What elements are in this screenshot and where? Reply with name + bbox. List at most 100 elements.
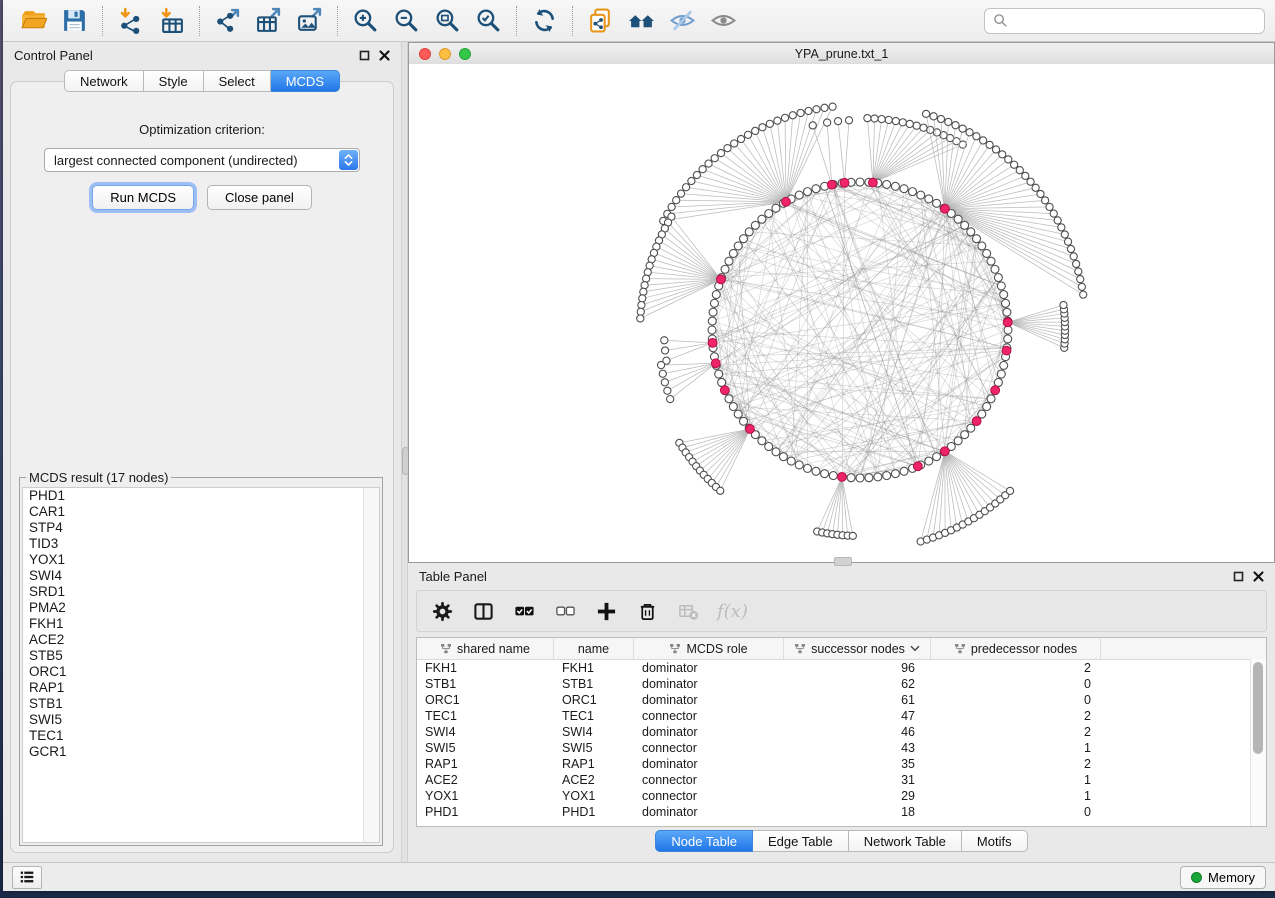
mcds-result-item[interactable]: CAR1: [23, 504, 379, 520]
optimization-dropdown[interactable]: largest connected component (undirected): [44, 148, 360, 172]
maximize-window-icon[interactable]: [459, 48, 471, 60]
tab-edge-table[interactable]: Edge Table: [753, 830, 849, 852]
search-box[interactable]: [984, 8, 1265, 34]
function-builder-icon: f(x): [717, 601, 748, 622]
export-image-icon: [296, 7, 323, 34]
table-row[interactable]: PHD1PHD1dominator180: [417, 804, 1266, 820]
table-row[interactable]: STB1STB1dominator620: [417, 676, 1266, 692]
table-row[interactable]: SWI4SWI4dominator462: [417, 724, 1266, 740]
mcds-result-item[interactable]: STP4: [23, 520, 379, 536]
mcds-result-item[interactable]: STB1: [23, 696, 379, 712]
delete-column-button[interactable]: [635, 599, 659, 623]
memory-label: Memory: [1208, 870, 1255, 885]
float-table-panel-icon[interactable]: [1233, 571, 1244, 582]
mcds-result-item[interactable]: PMA2: [23, 600, 379, 616]
mcds-result-item[interactable]: YOX1: [23, 552, 379, 568]
zoom-out-icon: [393, 7, 420, 34]
table-cell: connector: [634, 741, 784, 755]
save-session-button[interactable]: [54, 3, 95, 39]
table-scrollbar[interactable]: [1250, 659, 1266, 826]
close-window-icon[interactable]: [419, 48, 431, 60]
settings-gear-button[interactable]: [430, 599, 454, 623]
mcds-result-item[interactable]: TID3: [23, 536, 379, 552]
mcds-result-item[interactable]: FKH1: [23, 616, 379, 632]
table-cell: SWI5: [554, 741, 634, 755]
open-file-button[interactable]: [13, 3, 54, 39]
import-network-button[interactable]: [110, 3, 151, 39]
mcds-result-item[interactable]: RAP1: [23, 680, 379, 696]
network-titlebar[interactable]: YPA_prune.txt_1: [409, 43, 1274, 65]
mcds-result-item[interactable]: ACE2: [23, 632, 379, 648]
horizontal-splitter-handle[interactable]: [834, 557, 852, 566]
mcds-result-item[interactable]: SRD1: [23, 584, 379, 600]
network-graph[interactable]: [409, 64, 1274, 562]
table-scrollbar-thumb[interactable]: [1253, 662, 1263, 754]
tab-mcds[interactable]: MCDS: [271, 70, 340, 92]
table-cell: 2: [931, 661, 1101, 675]
close-table-panel-icon[interactable]: [1253, 571, 1264, 582]
hide-selected-button[interactable]: [662, 3, 703, 39]
network-canvas[interactable]: [409, 64, 1274, 562]
table-row[interactable]: YOX1YOX1connector291: [417, 788, 1266, 804]
column-header-successor-nodes[interactable]: successor nodes: [784, 638, 931, 659]
table-cell: 46: [784, 725, 931, 739]
deselect-all-rows-button[interactable]: [553, 599, 577, 623]
tab-motifs[interactable]: Motifs: [962, 830, 1028, 852]
show-all-button[interactable]: [703, 3, 744, 39]
zoom-out-button[interactable]: [386, 3, 427, 39]
panel-splitter[interactable]: [401, 42, 408, 862]
tab-node-table[interactable]: Node Table: [655, 830, 753, 852]
tab-select[interactable]: Select: [204, 70, 271, 92]
run-mcds-button[interactable]: Run MCDS: [92, 185, 194, 210]
column-header-MCDS-role[interactable]: MCDS role: [634, 638, 784, 659]
table-cell: STB1: [554, 677, 634, 691]
table-row[interactable]: TEC1TEC1connector472: [417, 708, 1266, 724]
table-row[interactable]: ORC1ORC1dominator610: [417, 692, 1266, 708]
first-neighbors-button[interactable]: [621, 3, 662, 39]
mcds-result-item[interactable]: ORC1: [23, 664, 379, 680]
table-cell: FKH1: [554, 661, 634, 675]
column-selector-button[interactable]: [471, 599, 495, 623]
column-header-shared-name[interactable]: shared name: [417, 638, 554, 659]
table-cell: 18: [784, 805, 931, 819]
mcds-result-item[interactable]: STB5: [23, 648, 379, 664]
zoom-in-button[interactable]: [345, 3, 386, 39]
zoom-fit-button[interactable]: [427, 3, 468, 39]
close-panel-icon[interactable]: [379, 50, 390, 61]
tab-network[interactable]: Network: [64, 70, 144, 92]
export-network-button[interactable]: [207, 3, 248, 39]
import-table-button[interactable]: [151, 3, 192, 39]
table-row[interactable]: FKH1FKH1dominator962: [417, 660, 1266, 676]
mcds-result-item[interactable]: GCR1: [23, 744, 379, 760]
column-header-name[interactable]: name: [554, 638, 634, 659]
export-image-button[interactable]: [289, 3, 330, 39]
tab-style[interactable]: Style: [144, 70, 204, 92]
minimize-window-icon[interactable]: [439, 48, 451, 60]
search-input[interactable]: [1014, 12, 1256, 29]
duplicate-network-button[interactable]: [580, 3, 621, 39]
zoom-selected-button[interactable]: [468, 3, 509, 39]
column-header-predecessor-nodes[interactable]: predecessor nodes: [931, 638, 1101, 659]
status-bar: Memory: [3, 862, 1275, 891]
mcds-result-item[interactable]: PHD1: [23, 488, 379, 504]
table-cell: 0: [931, 693, 1101, 707]
table-row[interactable]: RAP1RAP1dominator352: [417, 756, 1266, 772]
mcds-panel: Optimization criterion: largest connecte…: [10, 81, 394, 853]
table-cell: TEC1: [417, 709, 554, 723]
mcds-result-item[interactable]: SWI5: [23, 712, 379, 728]
table-cell: YOX1: [417, 789, 554, 803]
table-row[interactable]: ACE2ACE2connector311: [417, 772, 1266, 788]
close-panel-button[interactable]: Close panel: [207, 185, 312, 210]
refresh-layout-button[interactable]: [524, 3, 565, 39]
mcds-list-scrollbar[interactable]: [363, 488, 379, 842]
add-column-button[interactable]: [594, 599, 618, 623]
table-row[interactable]: SWI5SWI5connector431: [417, 740, 1266, 756]
mcds-result-item[interactable]: TEC1: [23, 728, 379, 744]
show-panels-list-button[interactable]: [12, 866, 42, 889]
mcds-result-item[interactable]: SWI4: [23, 568, 379, 584]
tab-network-table[interactable]: Network Table: [849, 830, 962, 852]
export-table-button[interactable]: [248, 3, 289, 39]
memory-button[interactable]: Memory: [1180, 866, 1266, 889]
select-all-rows-button[interactable]: [512, 599, 536, 623]
float-panel-icon[interactable]: [359, 50, 370, 61]
